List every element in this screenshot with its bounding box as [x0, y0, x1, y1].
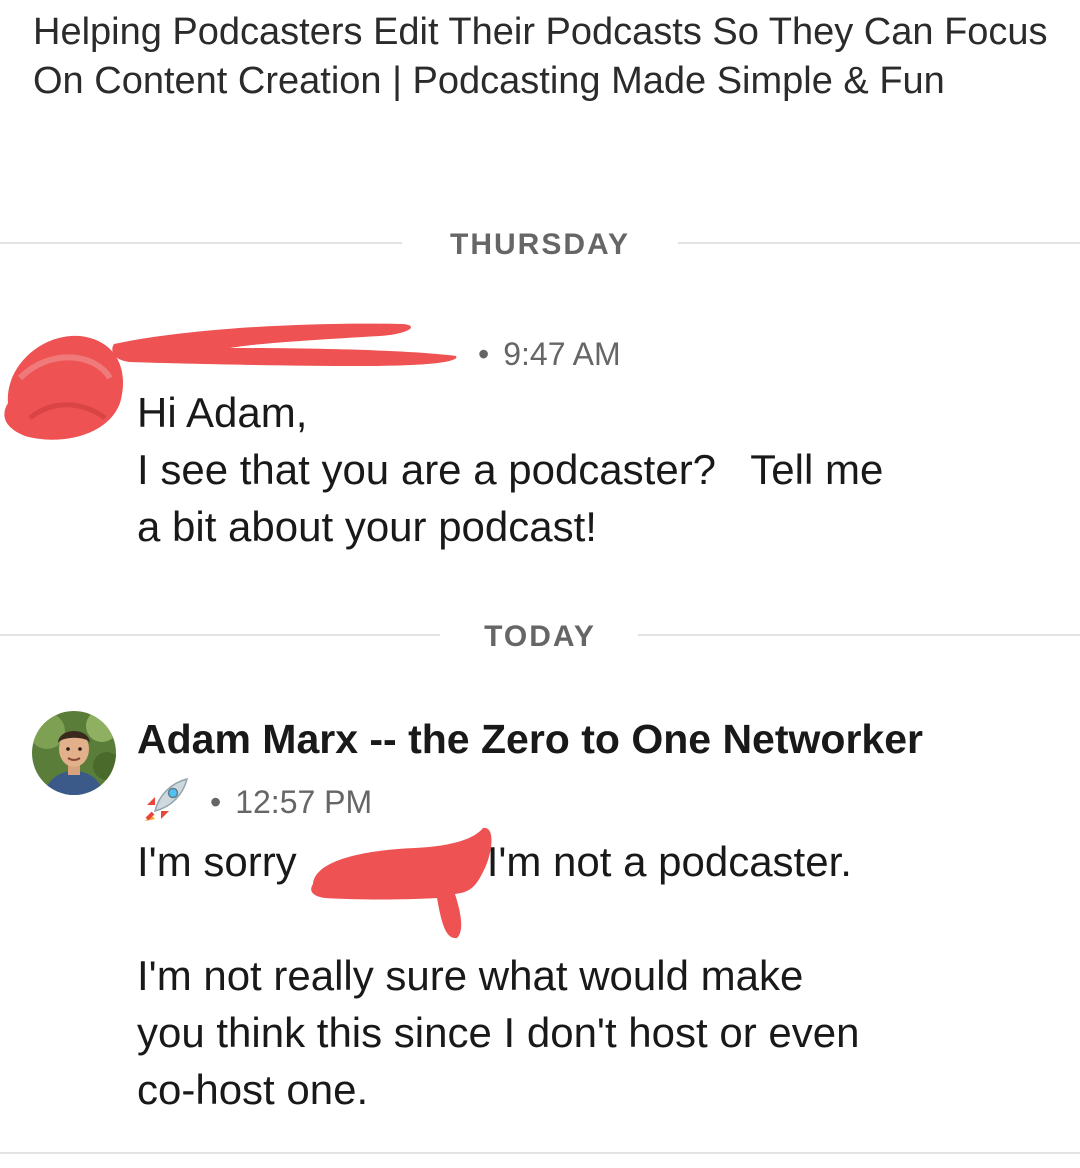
message-body-2: I'm sorry I'm not a podcaster. I'm not re…: [137, 833, 1037, 1118]
message-body-1: Hi Adam, I see that you are a podcaster?…: [137, 384, 883, 555]
redacted-recipient-name: [305, 820, 500, 942]
sender-name[interactable]: Adam Marx -- the Zero to One Networker: [137, 716, 923, 763]
date-divider-label: TODAY: [484, 620, 596, 653]
message-line: co-host one.: [137, 1066, 369, 1113]
message-line: I'm not really sure what would make: [137, 952, 804, 999]
redacted-sender-name: [110, 314, 462, 376]
message-time: 9:47 AM: [503, 336, 621, 372]
profile-headline: Helping Podcasters Edit Their Podcasts S…: [33, 11, 1048, 102]
message-meta-1: • 9:47 AM: [478, 336, 621, 372]
date-divider-label: THURSDAY: [450, 228, 630, 261]
rocket-icon: [141, 775, 191, 825]
message-line: I'm sorry I'm not a podcaster.: [137, 833, 1037, 890]
message-fragment: I'm not a podcaster.: [486, 838, 852, 885]
bottom-divider: [0, 1152, 1080, 1154]
message-meta-2: • 12:57 PM: [210, 784, 373, 820]
message-line: you think this since I don't host or eve…: [137, 1009, 860, 1056]
date-divider-today: TODAY: [0, 620, 1080, 653]
message-line: I see that you are a podcaster? Tell me: [137, 446, 884, 493]
avatar[interactable]: [32, 711, 116, 795]
message-line: a bit about your podcast!: [137, 503, 597, 550]
message-fragment: I'm sorry: [137, 838, 297, 885]
message-time: 12:57 PM: [235, 784, 373, 820]
message-line: Hi Adam,: [137, 389, 308, 436]
date-divider-thursday: THURSDAY: [0, 228, 1080, 261]
